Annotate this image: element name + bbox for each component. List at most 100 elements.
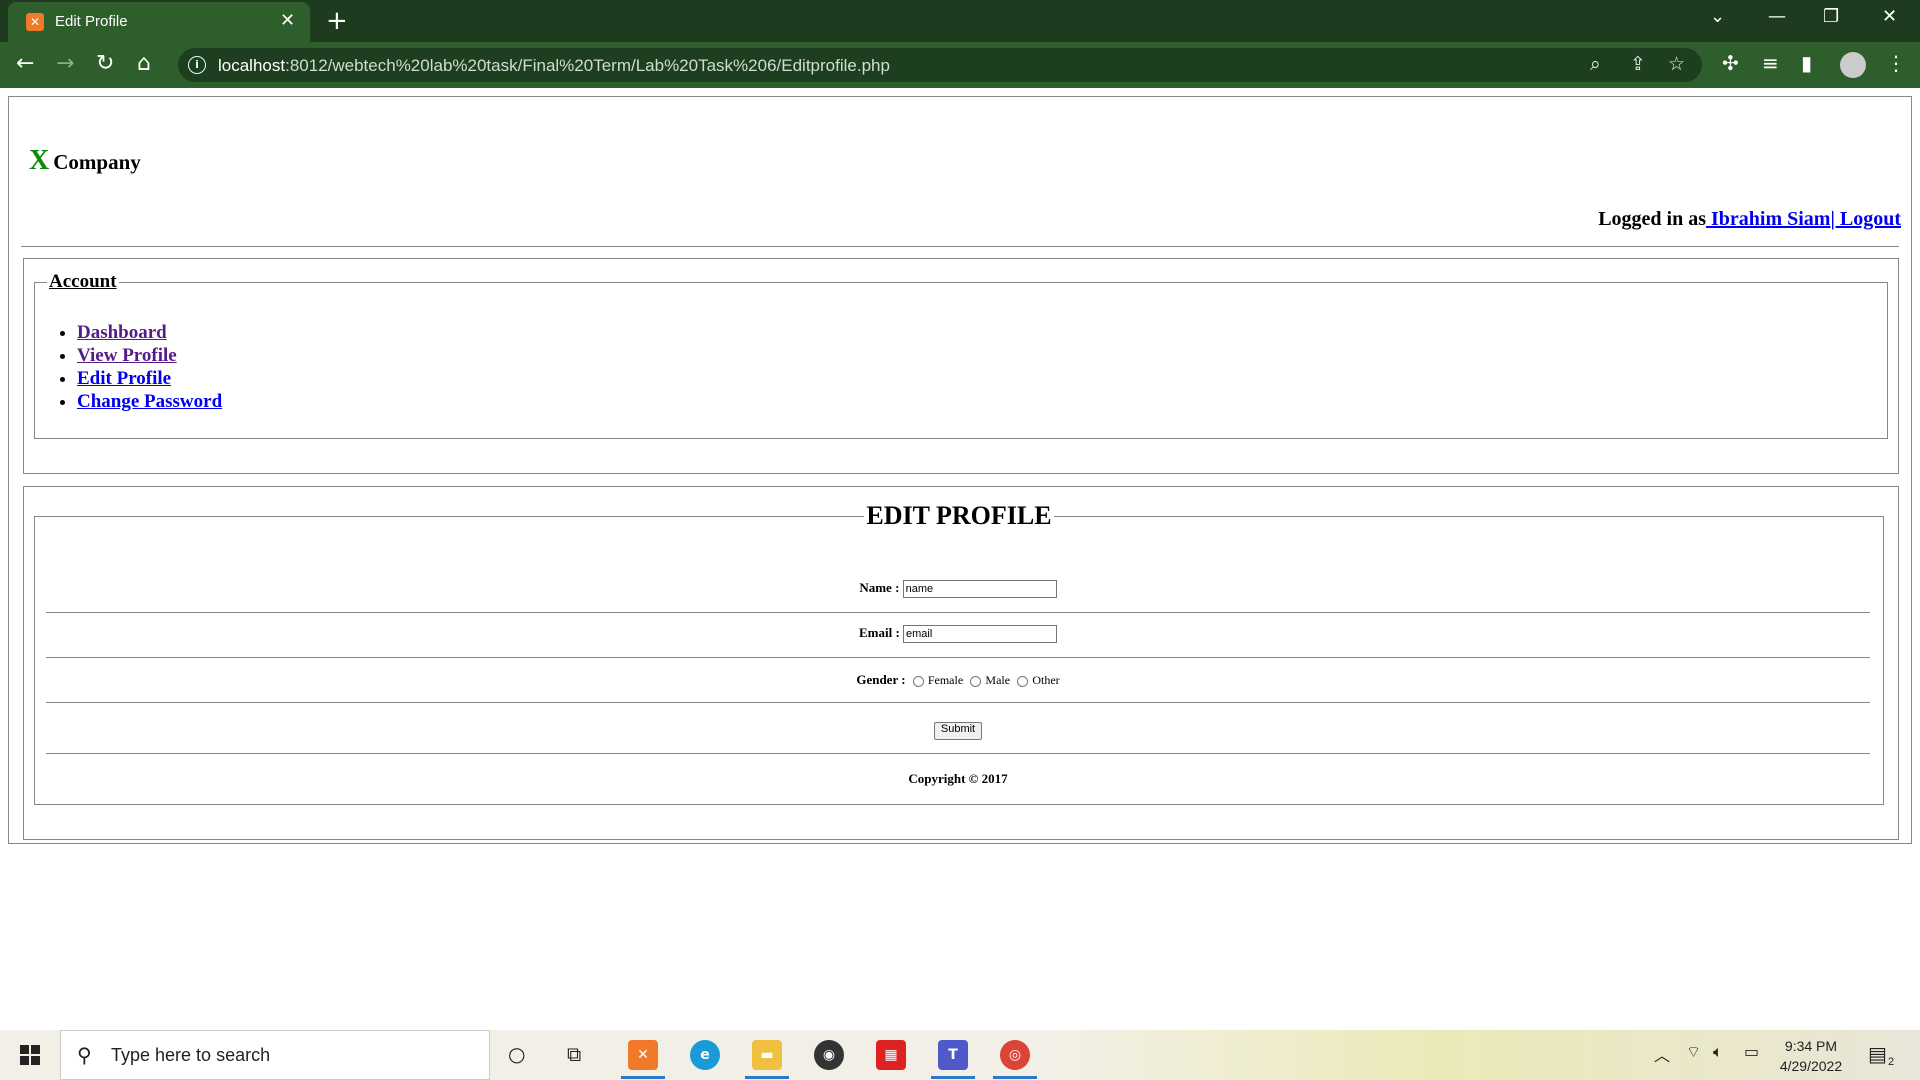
name-label: Name : [859,580,900,595]
edge-icon[interactable]: e [690,1040,720,1070]
menu-icon[interactable]: ⋮ [1886,51,1906,75]
dashboard-link[interactable]: Dashboard [77,322,167,343]
submit-button[interactable]: Submit [933,722,983,740]
other-radio[interactable] [1017,675,1029,687]
row-divider [46,702,1870,703]
restore-button[interactable]: ❐ [1823,6,1839,27]
copyright-text: Copyright © 2017 [908,771,1008,786]
url-host: localhost [218,56,286,75]
profile-avatar[interactable] [1840,52,1866,78]
windows-start-icon[interactable] [20,1045,40,1065]
header-divider [21,246,1899,247]
submit-row: Submit [46,720,1870,740]
page-outer-frame: X Company Logged in as Ibrahim Siam| Log… [8,96,1912,844]
home-icon[interactable]: ⌂ [137,51,151,76]
task-view-icon[interactable]: ⧉ [567,1042,581,1066]
male-label: Male [985,673,1011,687]
list-item: Change Password [77,390,1875,413]
back-icon[interactable]: ← [16,51,34,76]
side-panel-icon[interactable]: ▮ [1801,51,1812,75]
company-logo: X Company [29,145,141,177]
row-divider [46,753,1870,754]
other-label: Other [1032,673,1060,687]
user-name-link[interactable]: Ibrahim Siam [1706,208,1830,230]
app-icon[interactable]: ▦ [876,1040,906,1070]
taskbar-search[interactable]: ⚲ Type here to search [60,1030,490,1080]
share-icon[interactable]: ⇪ [1630,53,1646,75]
email-input[interactable]: email [903,625,1058,644]
app-running-indicator [931,1076,975,1079]
forward-icon[interactable]: → [56,51,74,76]
browser-tab[interactable]: ✕ Edit Profile ✕ [8,2,310,42]
teams-icon[interactable]: T [938,1040,968,1070]
taskbar-clock[interactable]: 9:34 PM 4/29/2022 [1772,1036,1850,1076]
view-profile-link[interactable]: View Profile [77,345,177,366]
edit-profile-box: EDIT PROFILE Name : name Email : email G… [23,486,1899,840]
account-fieldset: Account Dashboard View Profile Edit Prof… [34,271,1888,439]
edit-profile-link[interactable]: Edit Profile [77,368,171,389]
gender-label: Gender : [856,672,906,687]
account-legend: Account [49,271,117,292]
file-explorer-icon[interactable]: ▬ [752,1040,782,1070]
battery-icon[interactable]: ▭ [1744,1042,1759,1061]
list-item: Edit Profile [77,367,1875,390]
bookmark-star-icon[interactable]: ☆ [1668,53,1685,75]
tab-search-icon[interactable]: ⌄ [1710,6,1725,27]
clock-date: 4/29/2022 [1779,1058,1843,1074]
search-icon: ⚲ [77,1043,92,1067]
url-path: :8012/webtech%20lab%20task/Final%20Term/… [285,56,890,75]
row-divider [46,657,1870,658]
logo-company-name: Company [53,150,141,174]
new-tab-button[interactable]: + [326,6,348,36]
change-password-link[interactable]: Change Password [77,391,222,412]
network-icon[interactable]: ⌔ [1686,1042,1701,1062]
app-running-indicator [745,1076,789,1079]
close-tab-icon[interactable]: ✕ [280,10,295,31]
female-label: Female [927,673,964,687]
zoom-icon[interactable]: ⌕ [1590,53,1601,75]
female-radio[interactable] [912,675,924,687]
logo-x: X [29,145,50,176]
logged-in-label: Logged in as [1598,208,1706,230]
page-content: X Company Logged in as Ibrahim Siam| Log… [0,88,1920,1030]
close-window-button[interactable]: ✕ [1882,6,1897,27]
show-hidden-icons-icon[interactable]: ︿ [1654,1042,1670,1066]
xampp-icon: ✕ [26,13,44,31]
search-placeholder: Type here to search [111,1045,271,1065]
list-item: Dashboard [77,321,1875,344]
gender-row: Gender : Female Male Other [46,672,1870,688]
reload-icon[interactable]: ↻ [96,51,114,76]
chrome-icon[interactable]: ◎ [1000,1040,1030,1070]
obs-icon[interactable]: ◉ [814,1040,844,1070]
extensions-icon[interactable]: ✣ [1722,51,1739,75]
name-row: Name : name [46,580,1870,599]
app-running-indicator [993,1076,1037,1079]
notification-count: 2 [1888,1056,1895,1068]
reading-list-icon[interactable]: ≡ [1762,51,1779,75]
xampp-app-icon[interactable]: ✕ [628,1040,658,1070]
account-menu: Dashboard View Profile Edit Profile Chan… [47,321,1875,413]
edit-profile-fieldset: EDIT PROFILE Name : name Email : email G… [34,501,1884,805]
notification-icon[interactable]: ▤ [1868,1042,1887,1066]
list-item: View Profile [77,344,1875,367]
cortana-icon[interactable]: ○ [508,1042,525,1066]
browser-toolbar: ← → ↻ ⌂ i localhost:8012/webtech%20lab%2… [0,42,1920,88]
browser-tab-bar: ✕ Edit Profile ✕ + ⌄ — ❐ ✕ [0,0,1920,42]
tab-title: Edit Profile [55,13,128,30]
volume-icon[interactable]: 🔈︎ [1713,1042,1723,1062]
minimize-button[interactable]: — [1768,6,1786,27]
clock-time: 9:34 PM [1784,1038,1838,1054]
edit-profile-title: EDIT PROFILE [866,501,1052,530]
male-radio[interactable] [970,675,982,687]
email-label: Email : [858,625,900,640]
app-running-indicator [621,1076,665,1079]
name-input[interactable]: name [902,580,1057,599]
url-text[interactable]: localhost:8012/webtech%20lab%20task/Fina… [218,56,890,76]
email-row: Email : email [46,625,1870,644]
logout-link[interactable]: | Logout [1830,208,1901,230]
address-bar[interactable]: i localhost:8012/webtech%20lab%20task/Fi… [178,48,1702,82]
site-info-icon[interactable]: i [188,56,206,74]
row-divider [46,612,1870,613]
account-box: Account Dashboard View Profile Edit Prof… [23,258,1899,474]
windows-taskbar: ⚲ Type here to search ○ ⧉ ✕ e ▬ ◉ ▦ T ◎ … [0,1030,1920,1080]
